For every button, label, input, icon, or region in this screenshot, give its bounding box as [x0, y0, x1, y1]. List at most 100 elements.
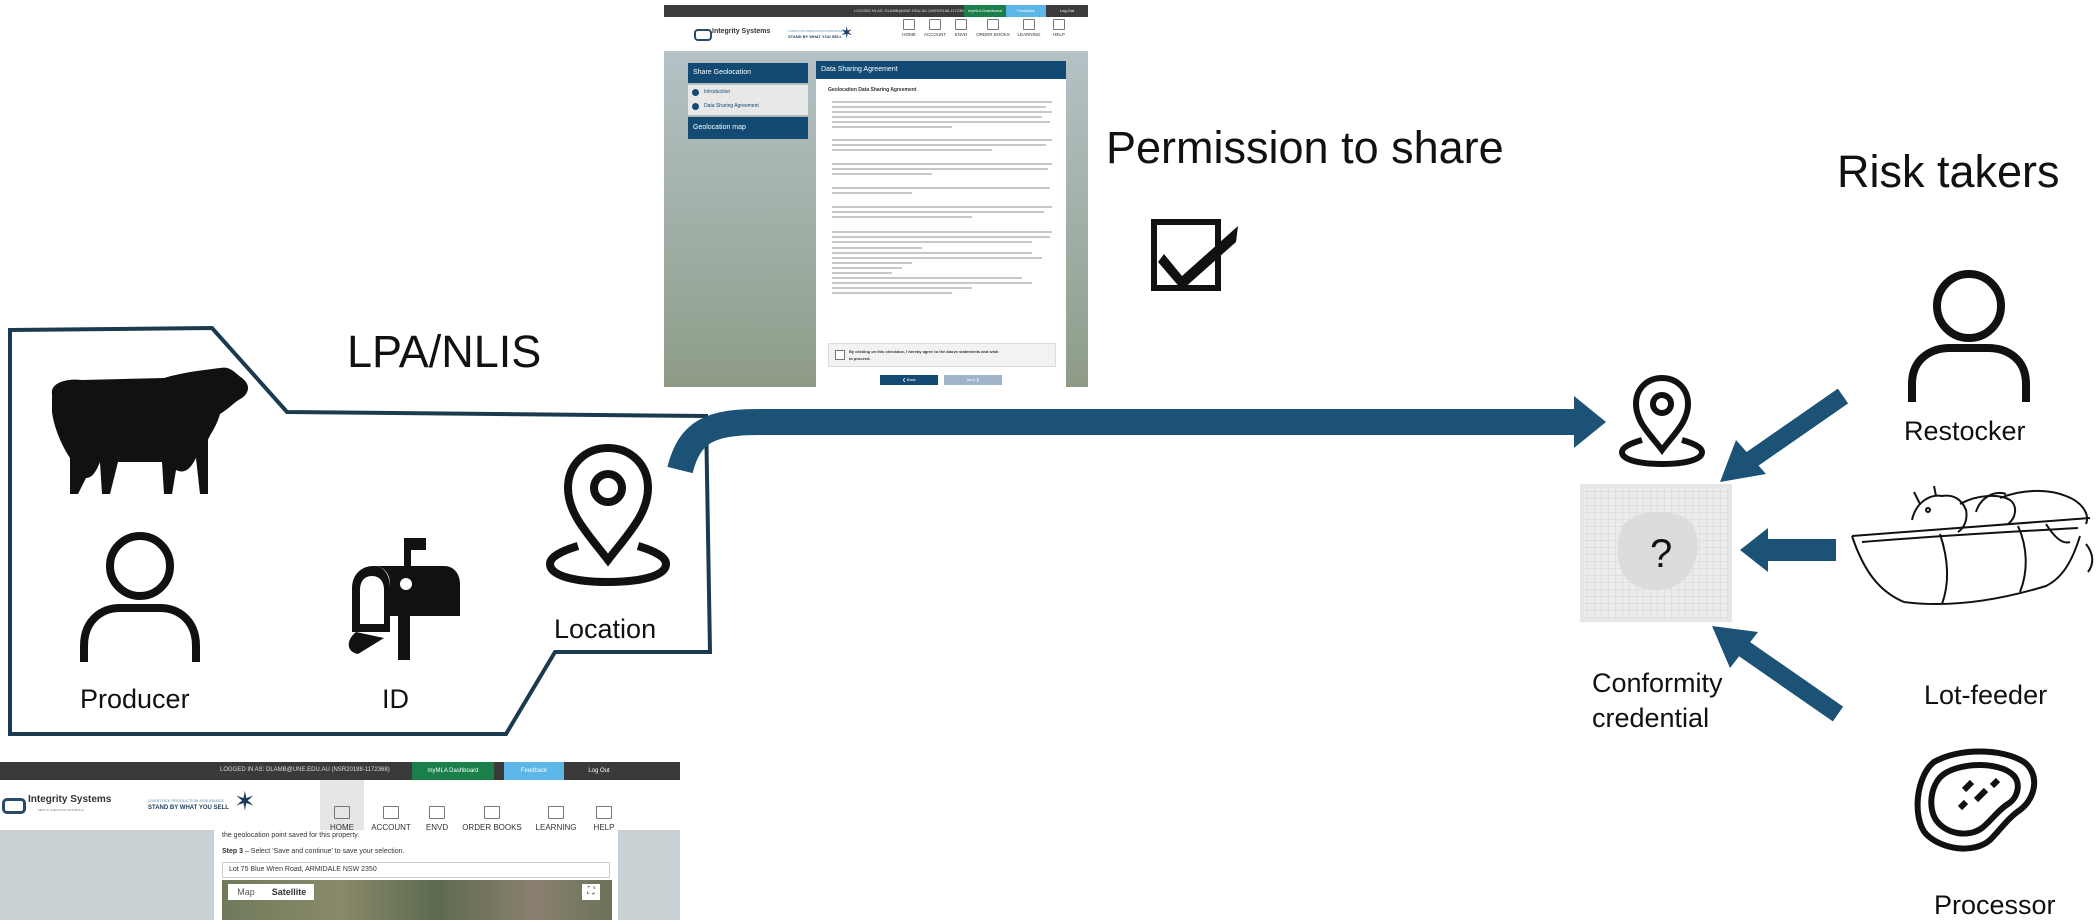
- home-icon: [903, 19, 915, 30]
- brand-tagline: STAND BY WHAT YOU SELL: [788, 34, 842, 39]
- logout-button[interactable]: Log Out: [1046, 5, 1088, 17]
- map-account-icon: [383, 806, 399, 819]
- map-site-top-strip: LOGGED IN AS: DLAMB@UNE.EDU.AU (NSR20188…: [0, 762, 680, 780]
- mailbox-icon: [348, 538, 460, 660]
- conformity-line-1: Conformity: [1592, 668, 1723, 698]
- dashboard-button[interactable]: myMLA Dashboard: [964, 5, 1006, 17]
- restocker-label: Restocker: [1904, 416, 2026, 446]
- step-text: – Select 'Save and continue' to save you…: [243, 848, 405, 855]
- restocker-person-icon: [1908, 270, 2030, 402]
- map-dashboard-button[interactable]: myMLA Dashboard: [412, 762, 494, 780]
- meat-steak-icon: [1914, 748, 2038, 852]
- location-pin-icon: [545, 443, 671, 586]
- brand-tagline-top: LIVESTOCK PRODUCTION ASSURANCE: [788, 29, 846, 33]
- map-nav-learning[interactable]: LEARNING: [528, 806, 584, 832]
- step-number: Step 3: [222, 848, 244, 855]
- processor-label: Processor: [1934, 890, 2056, 920]
- map-brand-star-icon: ✶: [234, 786, 256, 816]
- step-introduction[interactable]: Introduction: [704, 89, 730, 95]
- envd-icon: [955, 19, 967, 30]
- side-geolocation-map[interactable]: Geolocation map: [688, 117, 808, 139]
- producer-label: Producer: [80, 684, 190, 714]
- map-logout-button[interactable]: Log Out: [574, 762, 624, 780]
- brand-star-icon: ✶: [840, 25, 854, 42]
- share-geolocation-screenshot: LOGGED IN AS: DLAMB@UNE.EDU.AU (NSR20188…: [664, 5, 1088, 387]
- geolocation-map-screenshot: LOGGED IN AS: DLAMB@UNE.EDU.AU (NSR20188…: [0, 762, 680, 920]
- map-brand-logo-icon: [2, 798, 26, 814]
- account-icon: [929, 19, 941, 30]
- map-nav-order-books[interactable]: ORDER BOOKS: [460, 806, 524, 832]
- map-help-icon: [596, 806, 612, 819]
- next-button[interactable]: Next ❯: [944, 375, 1002, 385]
- risk-takers-label: Risk takers: [1837, 146, 2060, 197]
- map-content-panel: the geolocation point saved for this pro…: [214, 830, 618, 920]
- id-label: ID: [382, 684, 409, 714]
- step-data-sharing[interactable]: Data Sharing Agreement: [704, 103, 759, 109]
- checkbox-checked-icon: [1151, 219, 1238, 291]
- step-instruction: Step 3 – Select 'Save and continue' to s…: [222, 848, 404, 855]
- back-button[interactable]: ❮ Back: [880, 375, 938, 385]
- nav-account[interactable]: ACCOUNT: [922, 19, 948, 37]
- site-body-background: Share Geolocation Introduction Data Shar…: [664, 51, 1088, 387]
- panel-subtitle: Geolocation Data Sharing Agreement: [828, 87, 917, 93]
- nav-envd[interactable]: ENVD: [948, 19, 974, 37]
- nav-home[interactable]: HOME: [896, 19, 922, 37]
- address-field[interactable]: Lot 75 Blue Wren Road, ARMIDALE NSW 2350: [222, 862, 610, 878]
- agreement-text-1: By clicking on this checkbox, I hereby a…: [849, 349, 999, 354]
- order-books-icon: [987, 19, 999, 30]
- brand-name: Integrity Systems: [712, 28, 771, 35]
- map-brand-sub: MEAT & LIVESTOCK AUSTRALIA: [38, 808, 84, 812]
- restocker-arrow: [1720, 388, 1849, 482]
- side-steps: Introduction Data Sharing Agreement: [688, 85, 808, 115]
- panel-title: Data Sharing Agreement: [816, 61, 1066, 79]
- geopoint-text: the geolocation point saved for this pro…: [222, 832, 360, 839]
- permission-to-share-label: Permission to share: [1106, 122, 1504, 173]
- fullscreen-icon[interactable]: ⛶: [582, 884, 600, 900]
- producer-person-icon: [80, 532, 200, 662]
- map-tagline-top: LIVESTOCK PRODUCTION ASSURANCE: [148, 798, 225, 803]
- location-label: Location: [554, 614, 657, 644]
- cow-icon: [51, 367, 248, 494]
- nav-learning[interactable]: LEARNING: [1014, 19, 1044, 37]
- map-tagline: STAND BY WHAT YOU SELL: [148, 805, 229, 811]
- lpa-nlis-label: LPA/NLIS: [347, 326, 542, 377]
- feedback-button[interactable]: Feedback: [1006, 5, 1046, 17]
- site-top-strip: LOGGED IN AS: DLAMB@UNE.EDU.AU (NSR20188…: [664, 5, 1088, 17]
- map-envd-icon: [429, 806, 445, 819]
- map-site-header: Integrity Systems MEAT & LIVESTOCK AUSTR…: [0, 780, 680, 832]
- site-header: Integrity Systems LIVESTOCK PRODUCTION A…: [664, 17, 1088, 52]
- side-title: Share Geolocation: [688, 63, 808, 83]
- location-flow-arrow: [667, 409, 1578, 474]
- map-home-icon: [334, 806, 350, 819]
- satellite-map[interactable]: Map Satellite ⛶: [222, 880, 612, 920]
- map-nav-envd[interactable]: ENVD: [408, 806, 466, 832]
- map-order-books-icon: [484, 806, 500, 819]
- cattle-trough-icon: [1851, 485, 2094, 606]
- conformity-location-pin-icon: [1618, 374, 1706, 468]
- agreement-text-2: to proceed.: [849, 356, 871, 361]
- nav-help[interactable]: HELP: [1046, 19, 1072, 37]
- step-2-icon: [692, 103, 699, 110]
- step-1-icon: [692, 89, 699, 96]
- map-learning-icon: [548, 806, 564, 819]
- brand-logo-icon: [694, 29, 712, 41]
- map-brand-name: Integrity Systems: [28, 794, 112, 805]
- agreement-checkbox-row[interactable]: By clicking on this checkbox, I hereby a…: [828, 343, 1056, 367]
- agreement-checkbox[interactable]: [835, 350, 845, 360]
- lot-feeder-label: Lot-feeder: [1924, 680, 2048, 710]
- location-flow-arrowhead: [1574, 396, 1606, 448]
- conformity-line-2: credential: [1592, 703, 1710, 733]
- nav-order-books[interactable]: ORDER BOOKS: [974, 19, 1012, 37]
- processor-arrow: [1712, 626, 1844, 722]
- map-nav-help[interactable]: HELP: [582, 806, 626, 832]
- lot-feeder-arrow: [1740, 528, 1836, 572]
- conformity-credential-label: Conformity credential: [1592, 666, 1723, 736]
- learning-icon: [1023, 19, 1035, 30]
- agreement-panel: Data Sharing Agreement Geolocation Data …: [816, 61, 1066, 387]
- map-logged-in-text: LOGGED IN AS: DLAMB@UNE.EDU.AU (NSR20188…: [220, 767, 390, 773]
- logged-in-text: LOGGED IN AS: DLAMB@UNE.EDU.AU (NSR20188…: [854, 8, 968, 13]
- satellite-tab[interactable]: Satellite: [264, 884, 314, 900]
- map-tab[interactable]: Map: [228, 884, 264, 900]
- map-feedback-button[interactable]: Feedback: [504, 762, 564, 780]
- question-mark: ?: [1650, 532, 1673, 576]
